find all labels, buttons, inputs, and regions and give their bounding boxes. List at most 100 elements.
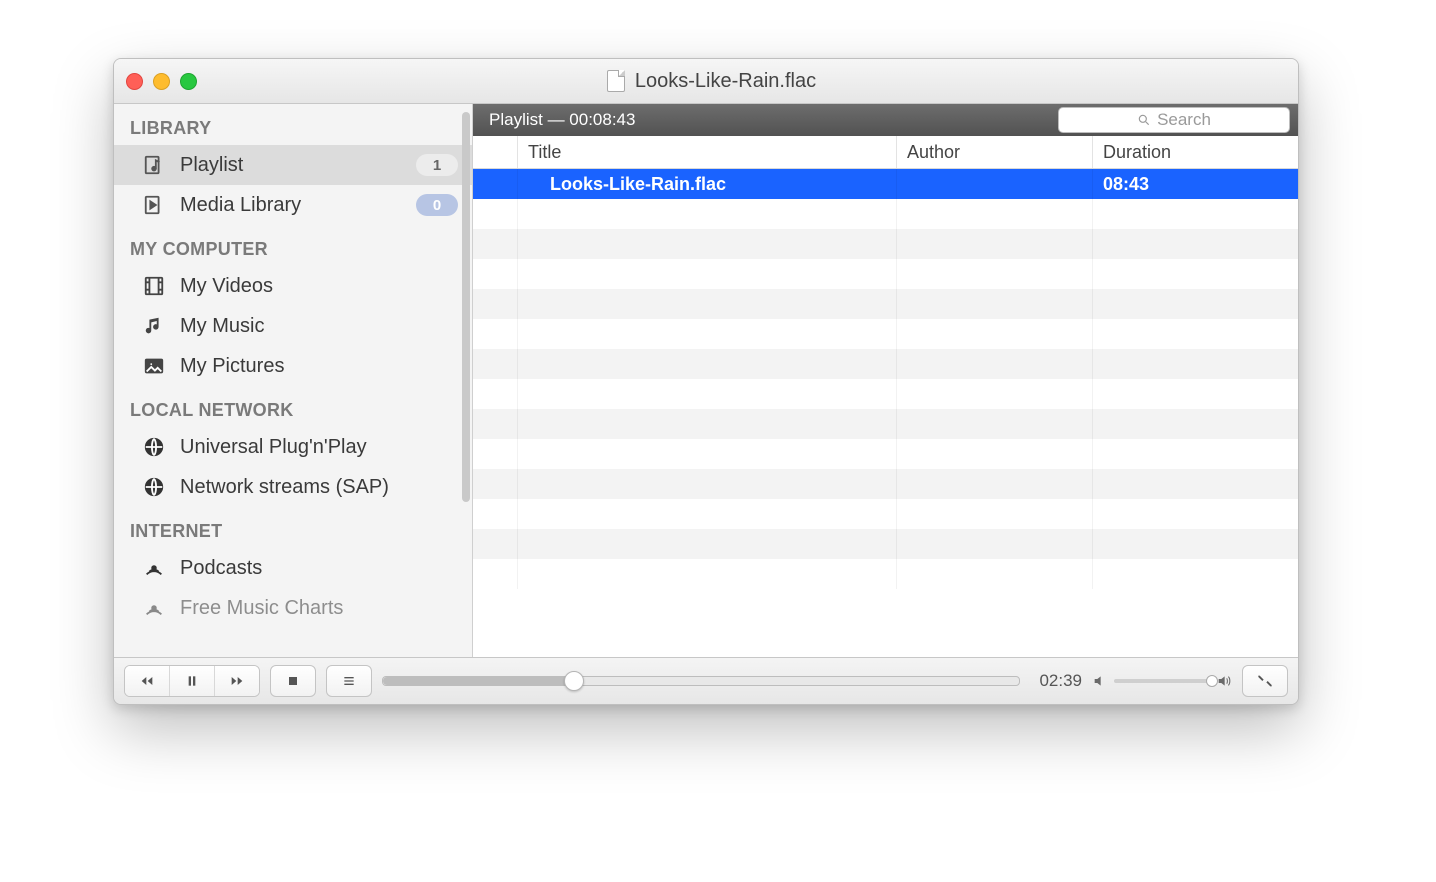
film-icon <box>142 274 166 298</box>
cell-author <box>897 229 1093 259</box>
cell-author <box>897 289 1093 319</box>
podcast-icon <box>142 596 166 620</box>
cell-title <box>518 199 897 229</box>
minimize-window-button[interactable] <box>153 73 170 90</box>
cell-title <box>518 229 897 259</box>
table-row <box>473 229 1298 259</box>
sidebar-item-my-music[interactable]: My Music <box>114 306 472 346</box>
sidebar-item-label: Playlist <box>180 154 402 177</box>
table-row <box>473 259 1298 289</box>
cell-title <box>518 379 897 409</box>
sidebar-item-label: Network streams (SAP) <box>180 476 458 499</box>
sidebar-item-sap[interactable]: Network streams (SAP) <box>114 467 472 507</box>
cell-duration <box>1093 559 1298 589</box>
stop-button[interactable] <box>270 665 316 697</box>
window-title-wrap: Looks-Like-Rain.flac <box>197 70 1226 93</box>
sidebar-section-internet: INTERNET <box>114 507 472 548</box>
progress-section: 02:39 <box>382 671 1082 691</box>
table-header: Title Author Duration <box>473 136 1298 169</box>
cell-title <box>518 469 897 499</box>
playlist-toggle-button[interactable] <box>326 665 372 697</box>
cell-duration <box>1093 199 1298 229</box>
player-controls: 02:39 <box>114 657 1298 704</box>
sidebar-item-playlist[interactable]: Playlist 1 <box>114 145 472 185</box>
cell-duration <box>1093 259 1298 289</box>
media-library-icon <box>142 193 166 217</box>
cell-author <box>897 559 1093 589</box>
cell-title <box>518 499 897 529</box>
cell-title <box>518 529 897 559</box>
sidebar-scrollbar[interactable] <box>462 112 470 502</box>
seek-knob[interactable] <box>564 671 584 691</box>
volume-knob[interactable] <box>1206 675 1218 687</box>
cell-duration <box>1093 469 1298 499</box>
sidebar-item-label: Media Library <box>180 194 402 217</box>
sidebar-item-label: Universal Plug'n'Play <box>180 436 458 459</box>
cell-author <box>897 409 1093 439</box>
previous-button[interactable] <box>125 666 169 696</box>
cell-duration <box>1093 229 1298 259</box>
zoom-window-button[interactable] <box>180 73 197 90</box>
music-note-icon <box>142 314 166 338</box>
table-row <box>473 289 1298 319</box>
sidebar-item-my-pictures[interactable]: My Pictures <box>114 346 472 386</box>
sidebar-section-library: LIBRARY <box>114 104 472 145</box>
sidebar-item-media-library[interactable]: Media Library 0 <box>114 185 472 225</box>
seek-fill <box>383 677 574 685</box>
cell-author <box>897 199 1093 229</box>
cell-author <box>897 349 1093 379</box>
sidebar-item-label: Free Music Charts <box>180 597 458 620</box>
table-row <box>473 319 1298 349</box>
pause-button[interactable] <box>169 666 214 696</box>
cell-author <box>897 379 1093 409</box>
volume-slider[interactable] <box>1114 679 1210 683</box>
column-duration[interactable]: Duration <box>1093 136 1298 168</box>
cell-duration <box>1093 379 1298 409</box>
sidebar-item-label: My Pictures <box>180 355 458 378</box>
next-button[interactable] <box>214 666 259 696</box>
cell-title <box>518 289 897 319</box>
table-row <box>473 199 1298 229</box>
sidebar: LIBRARY Playlist 1 Media Library 0 MY CO… <box>114 104 473 657</box>
search-input[interactable]: Search <box>1058 107 1290 133</box>
cell-author <box>897 469 1093 499</box>
globe-icon <box>142 435 166 459</box>
table-row[interactable]: Looks-Like-Rain.flac08:43 <box>473 169 1298 199</box>
sidebar-item-label: My Videos <box>180 275 458 298</box>
playback-button-group <box>124 665 260 697</box>
picture-icon <box>142 354 166 378</box>
app-window: Looks-Like-Rain.flac LIBRARY Playlist 1 <box>113 58 1299 705</box>
fullscreen-button[interactable] <box>1242 665 1288 697</box>
cell-title <box>518 409 897 439</box>
seek-slider[interactable] <box>382 676 1020 686</box>
window-title: Looks-Like-Rain.flac <box>635 70 816 93</box>
table-row <box>473 439 1298 469</box>
playlist-count-badge: 1 <box>416 154 458 176</box>
main-panel: Playlist — 00:08:43 Search Title Author … <box>473 104 1298 657</box>
sidebar-item-upnp[interactable]: Universal Plug'n'Play <box>114 427 472 467</box>
table-row <box>473 349 1298 379</box>
table-row <box>473 469 1298 499</box>
cell-author <box>897 439 1093 469</box>
playlist-header-label: Playlist — 00:08:43 <box>489 110 635 130</box>
cell-duration <box>1093 439 1298 469</box>
sidebar-item-free-music-charts[interactable]: Free Music Charts <box>114 588 472 628</box>
cell-author <box>897 529 1093 559</box>
file-icon <box>607 70 625 92</box>
elapsed-time: 02:39 <box>1032 671 1082 691</box>
table-row <box>473 559 1298 589</box>
close-window-button[interactable] <box>126 73 143 90</box>
column-author[interactable]: Author <box>897 136 1093 168</box>
column-title[interactable]: Title <box>518 136 897 168</box>
sidebar-item-podcasts[interactable]: Podcasts <box>114 548 472 588</box>
cell-title <box>518 349 897 379</box>
search-icon <box>1137 113 1151 127</box>
cell-title <box>518 439 897 469</box>
sidebar-item-my-videos[interactable]: My Videos <box>114 266 472 306</box>
cell-duration <box>1093 349 1298 379</box>
playlist-icon <box>142 153 166 177</box>
column-leading[interactable] <box>473 136 518 168</box>
table-row <box>473 529 1298 559</box>
podcast-icon <box>142 556 166 580</box>
globe-icon <box>142 475 166 499</box>
